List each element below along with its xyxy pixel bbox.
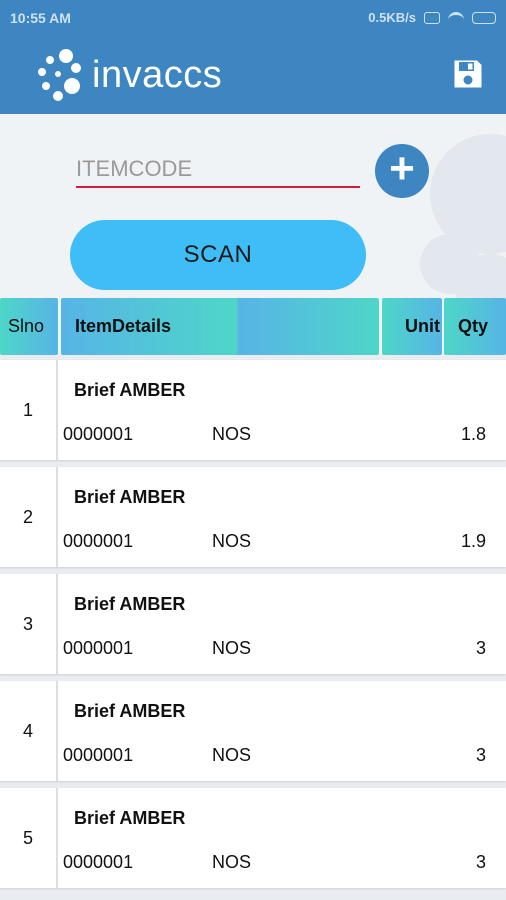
row-qty: 3 bbox=[475, 638, 486, 658]
row-item-name: Brief AMBER bbox=[74, 594, 186, 614]
wifi-icon bbox=[448, 11, 464, 24]
row-item-code: 0000001 bbox=[63, 424, 134, 444]
row-item-name: Brief AMBER bbox=[74, 701, 186, 721]
table-header: Slno ItemDetails Unit Qty bbox=[0, 298, 506, 355]
row-slno: 3 bbox=[0, 574, 58, 674]
row-unit: NOS bbox=[212, 638, 252, 658]
row-unit: NOS bbox=[212, 852, 252, 872]
brand-name: invaccs bbox=[92, 54, 223, 96]
row-slno: 5 bbox=[0, 788, 58, 888]
table-row[interactable]: 3 Brief AMBER 0000001 NOS 3 bbox=[0, 574, 506, 674]
row-unit: NOS bbox=[212, 745, 252, 765]
network-speed: 0.5KB/s bbox=[368, 10, 416, 25]
row-item-name: Brief AMBER bbox=[74, 380, 186, 400]
row-slno: 4 bbox=[0, 681, 58, 781]
item-list: 1 Brief AMBER 0000001 NOS 1.8 2 Brief AM… bbox=[0, 360, 506, 895]
header-slno: Slno bbox=[0, 298, 58, 355]
status-bar: 10:55 AM 0.5KB/s bbox=[0, 0, 506, 36]
scan-button[interactable]: SCAN bbox=[70, 220, 366, 290]
row-qty: 1.9 bbox=[460, 531, 486, 551]
row-qty: 3 bbox=[475, 745, 486, 765]
save-icon[interactable] bbox=[450, 56, 486, 92]
table-row[interactable]: 5 Brief AMBER 0000001 NOS 3 bbox=[0, 788, 506, 888]
item-entry-form: + SCAN bbox=[0, 114, 506, 298]
screen-record-icon bbox=[424, 11, 440, 24]
row-slno: 1 bbox=[0, 360, 58, 460]
app-bar: invaccs bbox=[0, 36, 506, 114]
header-qty: Qty bbox=[444, 298, 506, 355]
row-item-code: 0000001 bbox=[63, 745, 134, 765]
row-unit: NOS bbox=[212, 531, 252, 551]
table-row[interactable]: 2 Brief AMBER 0000001 NOS 1.9 bbox=[0, 467, 506, 567]
battery-icon bbox=[472, 11, 496, 24]
row-item-code: 0000001 bbox=[63, 531, 134, 551]
add-item-button[interactable]: + bbox=[375, 144, 429, 198]
row-item-name: Brief AMBER bbox=[74, 487, 186, 507]
row-unit: NOS bbox=[212, 424, 252, 444]
table-row[interactable]: 1 Brief AMBER 0000001 NOS 1.8 bbox=[0, 360, 506, 460]
table-row[interactable]: 4 Brief AMBER 0000001 NOS 3 bbox=[0, 681, 506, 781]
invaccs-logo-icon bbox=[38, 49, 81, 101]
row-qty: 3 bbox=[475, 852, 486, 872]
row-item-code: 0000001 bbox=[63, 852, 134, 872]
row-item-code: 0000001 bbox=[63, 638, 134, 658]
row-slno: 2 bbox=[0, 467, 58, 567]
status-indicators: 0.5KB/s bbox=[368, 10, 496, 25]
row-qty: 1.8 bbox=[460, 424, 486, 444]
row-item-name: Brief AMBER bbox=[74, 808, 186, 828]
header-itemdetails: ItemDetails bbox=[61, 298, 379, 355]
header-unit: Unit bbox=[382, 298, 442, 355]
status-time: 10:55 AM bbox=[10, 10, 71, 26]
itemcode-input[interactable] bbox=[76, 152, 360, 188]
